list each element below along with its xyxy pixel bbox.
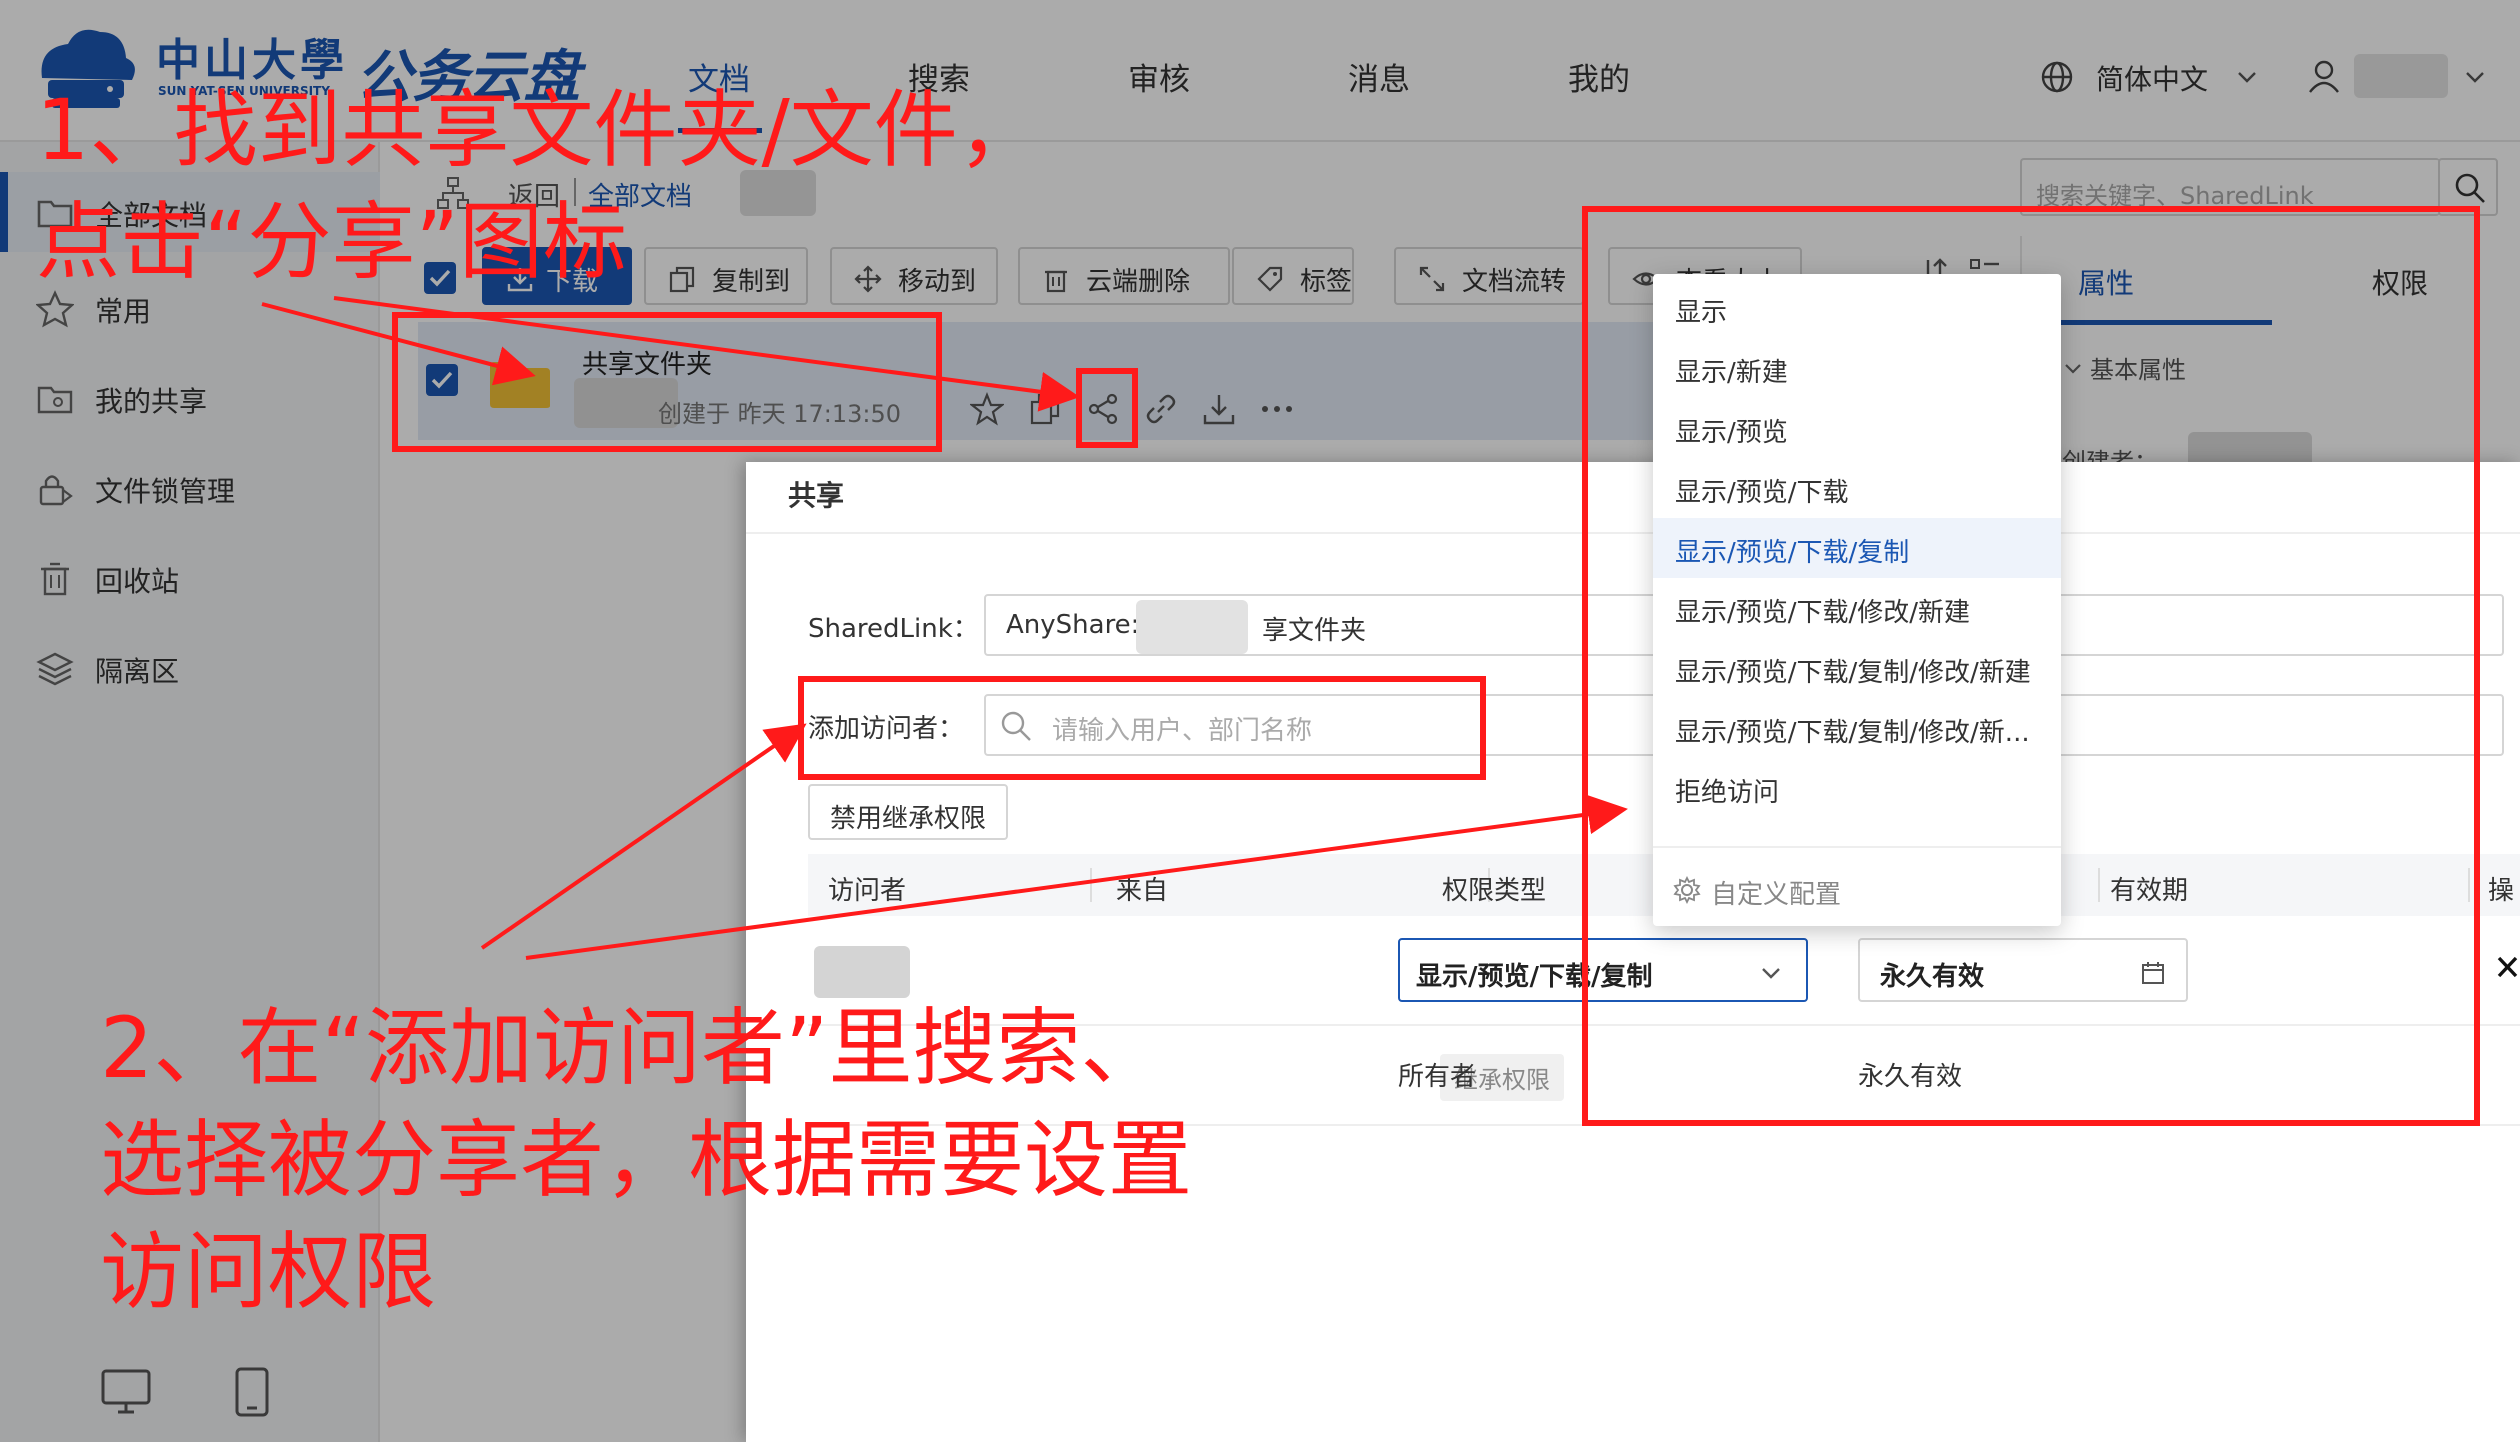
- annotation-step1-line2: 点击“分享”图标: [36, 193, 628, 291]
- annotation-step2-line3: 访问权限: [100, 1223, 437, 1321]
- annotation-step2-line1: 2、在“添加访问者”里搜索、: [100, 999, 1165, 1097]
- annotation-step1-line1: 1、找到共享文件夹/文件，: [36, 81, 1042, 179]
- annotation-step2-line2: 选择被分享者，根据需要设置: [100, 1111, 1193, 1209]
